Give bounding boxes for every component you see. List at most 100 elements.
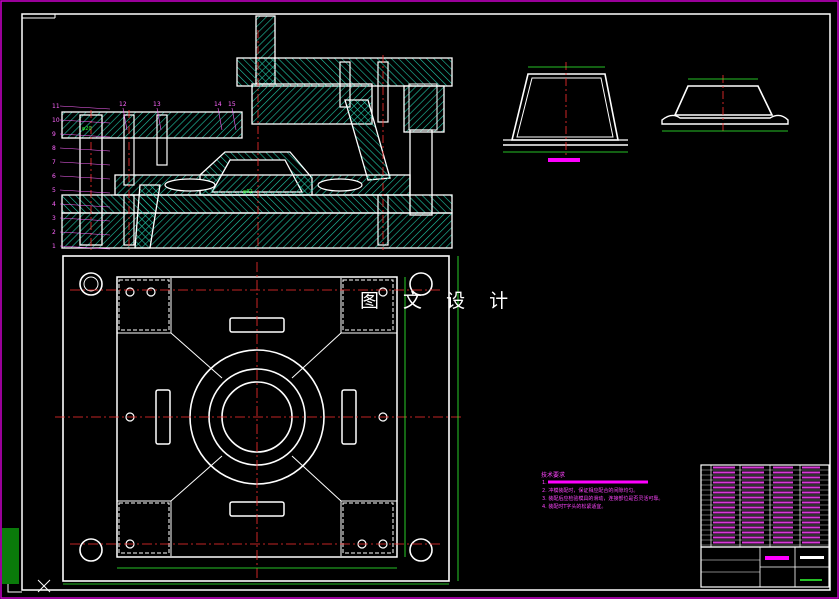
part-number-label: 7 [52, 159, 56, 166]
parts-list-cell [802, 486, 820, 489]
part-number-label: 9 [52, 131, 56, 138]
part-number-label: 3 [52, 215, 56, 222]
parts-list-cell [802, 516, 820, 519]
parts-list-cell [742, 516, 764, 519]
tech-item-1: 1. [542, 480, 547, 486]
dim-label-front: φ62 [243, 189, 253, 195]
part-number-label: 15 [228, 101, 236, 108]
parts-list-cell [773, 541, 793, 544]
front-section-view: φ62 φ20 [61, 15, 453, 250]
parts-list-cell [802, 526, 820, 529]
part-number-label: 1 [52, 243, 56, 250]
parts-list-cell [713, 536, 735, 539]
parts-list-cell [773, 516, 793, 519]
parts-list-cell [713, 486, 735, 489]
guide-bushing [403, 85, 445, 133]
parts-list-cell [713, 511, 735, 514]
parts-list-cell [802, 541, 820, 544]
guide-hole-br [409, 538, 433, 562]
guide-hole-tl [79, 272, 103, 296]
tech-title: 技术要求 [541, 471, 565, 479]
blank-left [164, 178, 216, 192]
parts-list-cell [802, 531, 820, 534]
guide-hole-tl-inner [83, 276, 99, 292]
part-drawing-1 [503, 62, 628, 162]
parts-list-cell [742, 466, 764, 469]
part-number-label: 10 [52, 117, 60, 124]
parts-list-cell [742, 481, 764, 484]
parts-list-cell [802, 536, 820, 539]
tech-item-3: 3. 装配后应检验模具的滑动，连接部位是否灵活可靠。 [542, 495, 663, 502]
parts-list-cell [713, 541, 735, 544]
parts-list-cell [802, 491, 820, 494]
tech-item-4: 4. 装配时T字头的松紧适宜。 [542, 503, 606, 510]
part-drawing-2 [661, 75, 789, 132]
part-leader-line [59, 105, 111, 110]
parts-list-cell [713, 531, 735, 534]
parts-list-cell [742, 541, 764, 544]
parts-list-cell [742, 486, 764, 489]
diag-tr [291, 332, 342, 379]
parts-list-cell [773, 481, 793, 484]
parts-list-cell [802, 466, 820, 469]
parts-list-cell [802, 476, 820, 479]
parts-list-cell [802, 506, 820, 509]
parts-list-cell [773, 521, 793, 524]
part-number-label: 12 [119, 101, 127, 108]
chamfer-lines-bl [117, 500, 172, 556]
part-number-label: 8 [52, 145, 56, 152]
parts-list-cell [802, 511, 820, 514]
parts-list-cell [713, 481, 735, 484]
parts-list-cell [742, 491, 764, 494]
title-block [700, 546, 830, 588]
corner-pad-br [342, 502, 394, 554]
parts-list-cell [773, 511, 793, 514]
part-number-label: 2 [52, 229, 56, 236]
parts-list-cell [773, 496, 793, 499]
parts-list-cell [713, 476, 735, 479]
part-number-label: 6 [52, 173, 56, 180]
blank-flange [661, 114, 789, 125]
stripper-plate [61, 111, 243, 139]
diag-tl [170, 332, 223, 379]
tech-item-2: 2. 冲模装配时，保证相应配合的间隙均匀。 [542, 487, 638, 494]
parts-list-cell [802, 481, 820, 484]
layer-color-strip [2, 528, 19, 584]
chamfer-lines [117, 278, 172, 334]
dim-label-pillar: φ20 [82, 126, 92, 132]
parts-list-cell [802, 521, 820, 524]
parts-list-table [700, 464, 830, 548]
part-number-label: 11 [52, 103, 60, 110]
part-number-label: 13 [153, 101, 161, 108]
cup-profile-inner [516, 77, 614, 138]
blank-profile [673, 85, 774, 116]
parts-list-cell [802, 496, 820, 499]
parts-list-cell [742, 521, 764, 524]
parts-list-cell [773, 531, 793, 534]
parts-list-rows [701, 466, 829, 546]
parts-list-cell [742, 501, 764, 504]
parts-list-cell [773, 471, 793, 474]
parts-list-cell [773, 506, 793, 509]
parts-list-cell [713, 506, 735, 509]
parts-list-cell [713, 471, 735, 474]
parts-list-cell [773, 526, 793, 529]
part-number-label: 4 [52, 201, 56, 208]
parts-list-cell [713, 526, 735, 529]
die-plate [61, 194, 453, 214]
parts-list-cell [713, 466, 735, 469]
parts-list-cell [773, 536, 793, 539]
bolt-hole [125, 287, 135, 297]
parts-list-cell [742, 536, 764, 539]
parts-list-cell [713, 521, 735, 524]
part-number-label: 14 [214, 101, 222, 108]
parts-list-cell [713, 496, 735, 499]
blank-right [317, 178, 363, 192]
technical-requirements: 技术要求 1. 2. 冲模装配时，保证相应配合的间隙均匀。 3. 装配后应检验模… [541, 471, 663, 510]
corner-pad-tl [118, 279, 170, 331]
chamfer-lines-br [340, 500, 397, 556]
title-block-name-bar [765, 556, 789, 560]
watermark-text: 图 文 设 计 [360, 290, 518, 312]
parts-list-cell [773, 486, 793, 489]
parts-list-cell [773, 501, 793, 504]
